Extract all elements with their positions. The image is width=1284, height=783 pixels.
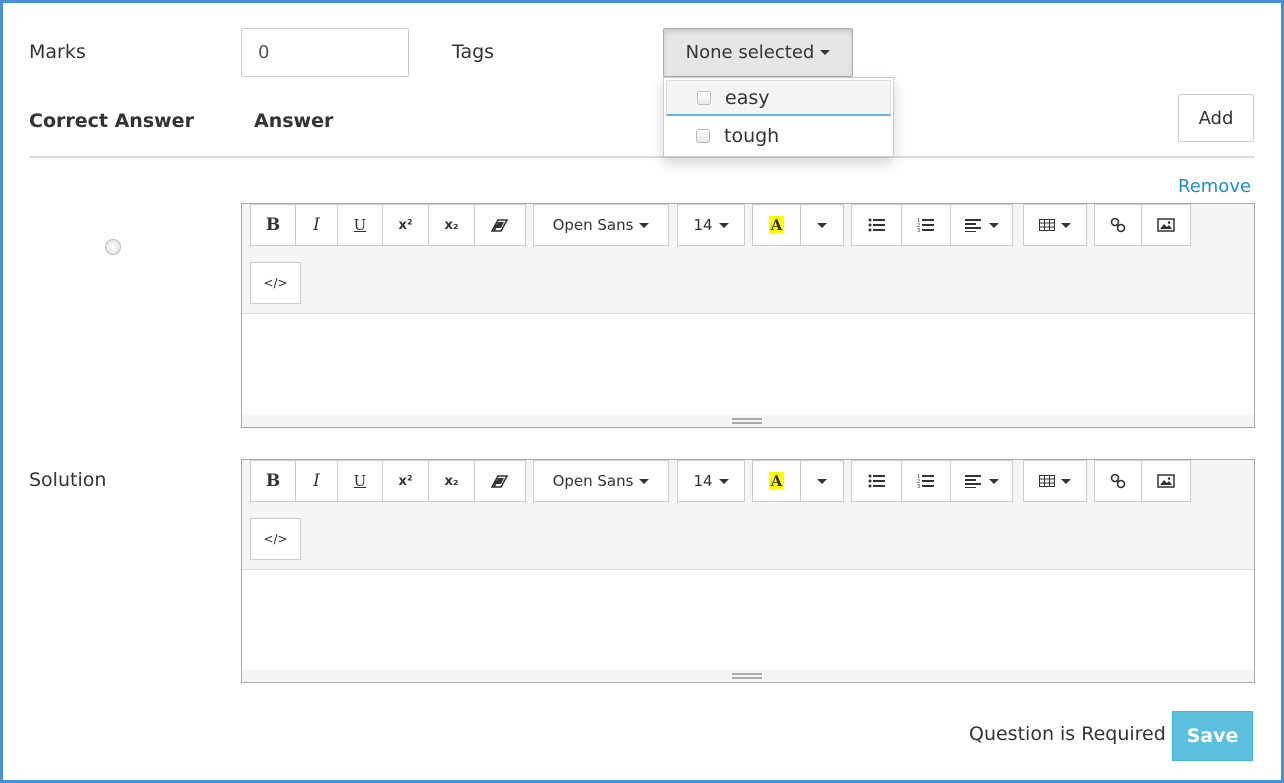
tag-option-easy[interactable]: easy bbox=[666, 80, 891, 116]
svg-text:3: 3 bbox=[917, 484, 920, 489]
underline-button[interactable]: U bbox=[337, 460, 383, 502]
marks-input[interactable] bbox=[241, 28, 409, 77]
image-button[interactable] bbox=[1141, 204, 1191, 246]
eraser-button[interactable] bbox=[474, 204, 526, 246]
image-icon bbox=[1157, 218, 1175, 232]
italic-button[interactable]: I bbox=[295, 460, 338, 502]
tags-button-label: None selected bbox=[685, 42, 815, 63]
answer-editor: B I U x² x₂ Open Sans 14 A 1 2 3 </> bbox=[241, 203, 1255, 428]
image-button[interactable] bbox=[1141, 460, 1191, 502]
ordered-list-icon: 123 bbox=[917, 218, 934, 233]
eraser-icon bbox=[491, 219, 509, 232]
tags-dropdown-menu: easy tough bbox=[663, 77, 894, 157]
align-left-icon bbox=[964, 475, 981, 488]
font-color-button[interactable]: A bbox=[752, 460, 801, 502]
unordered-list-icon bbox=[868, 218, 885, 232]
link-button[interactable] bbox=[1094, 204, 1142, 246]
paragraph-align-dropdown[interactable] bbox=[950, 204, 1013, 246]
color-dropdown-button[interactable] bbox=[800, 460, 844, 502]
table-icon bbox=[1039, 219, 1055, 231]
align-left-icon bbox=[964, 219, 981, 232]
subscript-button[interactable]: x₂ bbox=[428, 204, 475, 246]
unordered-list-icon bbox=[868, 474, 885, 488]
solution-editable-area[interactable] bbox=[242, 571, 1254, 670]
font-size-dropdown[interactable]: 14 bbox=[677, 460, 745, 502]
eraser-button[interactable] bbox=[474, 460, 526, 502]
answer-header: Answer bbox=[254, 110, 334, 132]
remove-answer-link[interactable]: Remove bbox=[1178, 176, 1251, 197]
image-icon bbox=[1157, 474, 1175, 488]
tags-dropdown-button[interactable]: None selected bbox=[663, 28, 853, 77]
font-family-dropdown[interactable]: Open Sans bbox=[533, 460, 669, 502]
correct-answer-header: Correct Answer bbox=[29, 110, 194, 132]
code-view-button[interactable]: </> bbox=[250, 262, 301, 304]
subscript-button[interactable]: x₂ bbox=[428, 460, 475, 502]
resize-grip-icon bbox=[732, 673, 762, 679]
font-color-icon: A bbox=[768, 472, 785, 490]
paragraph-align-dropdown[interactable] bbox=[950, 460, 1013, 502]
link-icon bbox=[1110, 473, 1126, 489]
solution-editor: B I U x² x₂ Open Sans 14 A 1 2 3 </> bbox=[241, 459, 1255, 683]
caret-down-icon bbox=[1061, 222, 1071, 228]
editor-resize-bar[interactable] bbox=[242, 670, 1254, 682]
caret-down-icon bbox=[639, 478, 650, 484]
unordered-list-button[interactable] bbox=[851, 460, 902, 502]
bold-button[interactable]: B bbox=[250, 460, 296, 502]
italic-button[interactable]: I bbox=[295, 204, 338, 246]
font-color-icon: A bbox=[768, 216, 785, 234]
correct-answer-radio[interactable] bbox=[105, 239, 121, 255]
table-icon bbox=[1039, 475, 1055, 487]
save-button[interactable]: Save bbox=[1172, 711, 1253, 761]
add-answer-button[interactable]: Add bbox=[1178, 94, 1254, 142]
eraser-icon bbox=[491, 475, 509, 488]
tags-label: Tags bbox=[452, 41, 495, 63]
marks-label: Marks bbox=[29, 41, 86, 63]
bold-button[interactable]: B bbox=[250, 204, 296, 246]
svg-text:3: 3 bbox=[917, 228, 920, 233]
underline-button[interactable]: U bbox=[337, 204, 383, 246]
divider bbox=[29, 156, 1255, 158]
tag-option-label: tough bbox=[724, 125, 780, 147]
link-icon bbox=[1110, 217, 1126, 233]
question-form: Marks Tags None selected easy tough Corr… bbox=[0, 0, 1284, 783]
caret-down-icon bbox=[988, 478, 999, 484]
editor-resize-bar[interactable] bbox=[242, 415, 1254, 427]
caret-down-icon bbox=[820, 50, 831, 55]
caret-down-icon bbox=[639, 222, 650, 228]
font-size-dropdown[interactable]: 14 bbox=[677, 204, 745, 246]
tag-option-label: easy bbox=[725, 86, 770, 109]
font-size-value: 14 bbox=[693, 472, 713, 490]
font-family-dropdown[interactable]: Open Sans bbox=[533, 204, 669, 246]
checkbox[interactable] bbox=[697, 90, 711, 105]
caret-down-icon bbox=[1061, 478, 1071, 484]
table-dropdown[interactable] bbox=[1023, 204, 1087, 246]
editor-toolbar: B I U x² x₂ Open Sans 14 A 1 2 3 </> bbox=[242, 204, 1254, 314]
color-dropdown-button[interactable] bbox=[800, 204, 844, 246]
superscript-button[interactable]: x² bbox=[382, 460, 429, 502]
caret-down-icon bbox=[817, 222, 827, 228]
font-family-value: Open Sans bbox=[552, 472, 634, 490]
ordered-list-button[interactable]: 123 bbox=[901, 460, 951, 502]
caret-down-icon bbox=[718, 222, 729, 228]
superscript-button[interactable]: x² bbox=[382, 204, 429, 246]
checkbox[interactable] bbox=[696, 129, 710, 143]
editor-toolbar: B I U x² x₂ Open Sans 14 A 1 2 3 </> bbox=[242, 460, 1254, 570]
caret-down-icon bbox=[988, 222, 999, 228]
resize-grip-icon bbox=[732, 418, 762, 424]
answer-editable-area[interactable] bbox=[242, 315, 1254, 415]
ordered-list-icon: 123 bbox=[917, 474, 934, 489]
table-dropdown[interactable] bbox=[1023, 460, 1087, 502]
question-required-label: Question is Required bbox=[969, 723, 1166, 745]
font-size-value: 14 bbox=[693, 216, 713, 234]
code-view-button[interactable]: </> bbox=[250, 518, 301, 560]
ordered-list-button[interactable]: 123 bbox=[901, 204, 951, 246]
solution-label: Solution bbox=[29, 469, 107, 491]
caret-down-icon bbox=[817, 478, 827, 484]
link-button[interactable] bbox=[1094, 460, 1142, 502]
unordered-list-button[interactable] bbox=[851, 204, 902, 246]
tag-option-tough[interactable]: tough bbox=[666, 118, 891, 154]
caret-down-icon bbox=[718, 478, 729, 484]
font-family-value: Open Sans bbox=[552, 216, 634, 234]
font-color-button[interactable]: A bbox=[752, 204, 801, 246]
